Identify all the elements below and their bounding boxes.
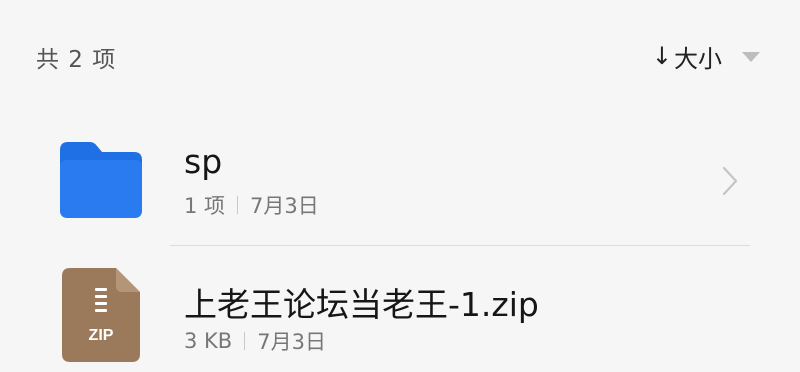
item-count-text: 1 项 [184, 194, 226, 218]
item-name: sp [184, 142, 223, 181]
folder-icon [60, 142, 142, 218]
file-list: sp 1 项 7月3日 ZIP 上老王论坛当老王-1.zip 3 KB 7月3日 [0, 112, 800, 372]
zip-label: ZIP [89, 327, 114, 344]
list-header: 共 2 项 ↓ 大小 [0, 0, 800, 112]
meta-separator [244, 332, 246, 350]
item-date: 7月3日 [257, 330, 326, 354]
sort-direction-icon: ↓ [651, 42, 672, 70]
item-size: 3 KB [184, 329, 233, 353]
dropdown-caret-icon [742, 52, 760, 62]
item-name: 上老王论坛当老王-1.zip [184, 285, 539, 324]
item-meta: 1 项 7月3日 [184, 190, 319, 220]
list-item-zip-file[interactable]: ZIP 上老王论坛当老王-1.zip 3 KB 7月3日 [0, 246, 800, 372]
sort-label: 大小 [674, 44, 722, 73]
sort-button[interactable]: ↓ 大小 [652, 38, 760, 74]
item-count: 共 2 项 [36, 47, 117, 73]
chevron-right-icon [722, 166, 738, 196]
zip-file-icon: ZIP [62, 268, 140, 362]
item-date: 7月3日 [250, 194, 319, 218]
item-meta: 3 KB 7月3日 [184, 326, 326, 356]
list-item-folder[interactable]: sp 1 项 7月3日 [0, 112, 800, 246]
meta-separator [237, 196, 239, 214]
